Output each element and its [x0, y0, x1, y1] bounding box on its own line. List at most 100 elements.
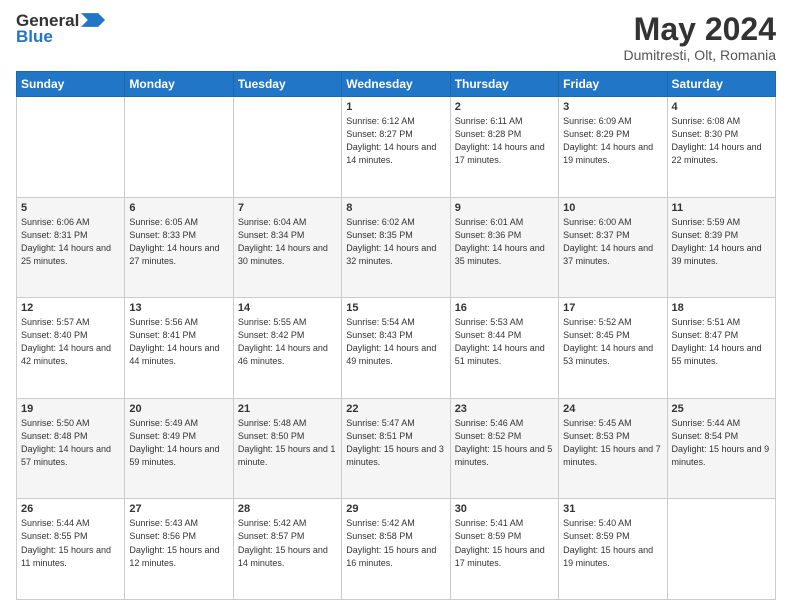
day-number: 27 — [129, 503, 228, 515]
day-number: 28 — [238, 503, 337, 515]
calendar-day-cell: 17 Sunrise: 5:52 AM Sunset: 8:45 PM Dayli… — [559, 298, 667, 399]
day-number: 29 — [346, 503, 445, 515]
calendar-day-cell: 3Sunrise: 6:09 AM Sunset: 8:29 PM Daylig… — [559, 97, 667, 198]
calendar-day-cell: 26 Sunrise: 5:44 AM Sunset: 8:55 PM Dayli… — [17, 499, 125, 600]
calendar-header-row: SundayMondayTuesdayWednesdayThursdayFrid… — [17, 72, 776, 97]
day-number: 20 — [129, 403, 228, 415]
day-info: Sunrise: 5:44 AM Sunset: 8:54 PM Dayligh… — [672, 417, 771, 469]
calendar-week-2: 5 Sunrise: 6:06 AM Sunset: 8:31 PM Daylig… — [17, 197, 776, 298]
calendar-day-cell — [17, 97, 125, 198]
day-header-monday: Monday — [125, 72, 233, 97]
day-info: Sunrise: 5:44 AM Sunset: 8:55 PM Dayligh… — [21, 517, 120, 569]
day-number: 15 — [346, 302, 445, 314]
calendar-day-cell: 23Sunrise: 5:46 AM Sunset: 8:52 PM Dayli… — [450, 398, 558, 499]
day-info: Sunrise: 6:05 AM Sunset: 8:33 PM Dayligh… — [129, 216, 228, 268]
day-info: Sunrise: 6:12 AM Sunset: 8:27 PM Dayligh… — [346, 115, 445, 167]
calendar-week-3: 12 Sunrise: 5:57 AM Sunset: 8:40 PM Dayli… — [17, 298, 776, 399]
calendar-day-cell: 1 Sunrise: 6:12 AM Sunset: 8:27 PM Daylig… — [342, 97, 450, 198]
day-info: Sunrise: 5:48 AM Sunset: 8:50 PM Dayligh… — [238, 417, 337, 469]
calendar-day-cell: 2 Sunrise: 6:11 AM Sunset: 8:28 PM Daylig… — [450, 97, 558, 198]
day-number: 7 — [238, 202, 337, 214]
calendar-day-cell: 28 Sunrise: 5:42 AM Sunset: 8:57 PM Dayli… — [233, 499, 341, 600]
day-info: Sunrise: 6:02 AM Sunset: 8:35 PM Dayligh… — [346, 216, 445, 268]
day-info: Sunrise: 5:56 AM Sunset: 8:41 PM Dayligh… — [129, 316, 228, 368]
day-number: 1 — [346, 101, 445, 113]
day-number: 14 — [238, 302, 337, 314]
calendar-day-cell: 15Sunrise: 5:54 AM Sunset: 8:43 PM Dayli… — [342, 298, 450, 399]
logo: General Blue — [16, 12, 105, 47]
day-number: 19 — [21, 403, 120, 415]
calendar-day-cell: 9Sunrise: 6:01 AM Sunset: 8:36 PM Daylig… — [450, 197, 558, 298]
day-info: Sunrise: 5:55 AM Sunset: 8:42 PM Dayligh… — [238, 316, 337, 368]
day-info: Sunrise: 5:42 AM Sunset: 8:58 PM Dayligh… — [346, 517, 445, 569]
day-info: Sunrise: 6:04 AM Sunset: 8:34 PM Dayligh… — [238, 216, 337, 268]
location: Dumitresti, Olt, Romania — [624, 47, 776, 63]
day-info: Sunrise: 5:42 AM Sunset: 8:57 PM Dayligh… — [238, 517, 337, 569]
calendar-day-cell: 11Sunrise: 5:59 AM Sunset: 8:39 PM Dayli… — [667, 197, 775, 298]
day-info: Sunrise: 5:47 AM Sunset: 8:51 PM Dayligh… — [346, 417, 445, 469]
day-info: Sunrise: 5:43 AM Sunset: 8:56 PM Dayligh… — [129, 517, 228, 569]
day-info: Sunrise: 5:50 AM Sunset: 8:48 PM Dayligh… — [21, 417, 120, 469]
calendar-day-cell: 20 Sunrise: 5:49 AM Sunset: 8:49 PM Dayli… — [125, 398, 233, 499]
day-number: 26 — [21, 503, 120, 515]
calendar-day-cell: 29 Sunrise: 5:42 AM Sunset: 8:58 PM Dayli… — [342, 499, 450, 600]
calendar-day-cell: 12 Sunrise: 5:57 AM Sunset: 8:40 PM Dayli… — [17, 298, 125, 399]
day-number: 25 — [672, 403, 771, 415]
day-number: 5 — [21, 202, 120, 214]
calendar-day-cell: 19 Sunrise: 5:50 AM Sunset: 8:48 PM Dayli… — [17, 398, 125, 499]
page: General Blue May 2024 Dumitresti, Olt, R… — [0, 0, 792, 612]
calendar-day-cell: 13 Sunrise: 5:56 AM Sunset: 8:41 PM Dayli… — [125, 298, 233, 399]
day-header-thursday: Thursday — [450, 72, 558, 97]
day-header-sunday: Sunday — [17, 72, 125, 97]
calendar-week-5: 26 Sunrise: 5:44 AM Sunset: 8:55 PM Dayli… — [17, 499, 776, 600]
calendar-day-cell: 7 Sunrise: 6:04 AM Sunset: 8:34 PM Daylig… — [233, 197, 341, 298]
day-number: 16 — [455, 302, 554, 314]
calendar-day-cell: 31 Sunrise: 5:40 AM Sunset: 8:59 PM Dayli… — [559, 499, 667, 600]
day-header-saturday: Saturday — [667, 72, 775, 97]
day-info: Sunrise: 6:00 AM Sunset: 8:37 PM Dayligh… — [563, 216, 662, 268]
day-number: 30 — [455, 503, 554, 515]
day-info: Sunrise: 5:41 AM Sunset: 8:59 PM Dayligh… — [455, 517, 554, 569]
day-info: Sunrise: 5:49 AM Sunset: 8:49 PM Dayligh… — [129, 417, 228, 469]
day-number: 21 — [238, 403, 337, 415]
day-info: Sunrise: 5:52 AM Sunset: 8:45 PM Dayligh… — [563, 316, 662, 368]
day-number: 2 — [455, 101, 554, 113]
day-number: 6 — [129, 202, 228, 214]
calendar-day-cell: 30 Sunrise: 5:41 AM Sunset: 8:59 PM Dayli… — [450, 499, 558, 600]
calendar-day-cell: 10 Sunrise: 6:00 AM Sunset: 8:37 PM Dayli… — [559, 197, 667, 298]
calendar-day-cell — [667, 499, 775, 600]
day-info: Sunrise: 5:45 AM Sunset: 8:53 PM Dayligh… — [563, 417, 662, 469]
calendar-day-cell: 16 Sunrise: 5:53 AM Sunset: 8:44 PM Dayli… — [450, 298, 558, 399]
day-info: Sunrise: 6:08 AM Sunset: 8:30 PM Dayligh… — [672, 115, 771, 167]
day-number: 13 — [129, 302, 228, 314]
day-info: Sunrise: 6:06 AM Sunset: 8:31 PM Dayligh… — [21, 216, 120, 268]
calendar-day-cell: 25 Sunrise: 5:44 AM Sunset: 8:54 PM Dayli… — [667, 398, 775, 499]
day-number: 17 — [563, 302, 662, 314]
calendar-day-cell: 14 Sunrise: 5:55 AM Sunset: 8:42 PM Dayli… — [233, 298, 341, 399]
day-number: 12 — [21, 302, 120, 314]
day-info: Sunrise: 6:09 AM Sunset: 8:29 PM Dayligh… — [563, 115, 662, 167]
day-number: 11 — [672, 202, 771, 214]
day-info: Sunrise: 5:53 AM Sunset: 8:44 PM Dayligh… — [455, 316, 554, 368]
day-number: 18 — [672, 302, 771, 314]
logo-arrow-icon — [81, 13, 105, 27]
calendar-week-4: 19 Sunrise: 5:50 AM Sunset: 8:48 PM Dayli… — [17, 398, 776, 499]
day-info: Sunrise: 6:11 AM Sunset: 8:28 PM Dayligh… — [455, 115, 554, 167]
calendar-day-cell: 24 Sunrise: 5:45 AM Sunset: 8:53 PM Dayli… — [559, 398, 667, 499]
header: General Blue May 2024 Dumitresti, Olt, R… — [16, 12, 776, 63]
calendar-day-cell: 27 Sunrise: 5:43 AM Sunset: 8:56 PM Dayli… — [125, 499, 233, 600]
day-info: Sunrise: 5:40 AM Sunset: 8:59 PM Dayligh… — [563, 517, 662, 569]
day-number: 10 — [563, 202, 662, 214]
day-header-friday: Friday — [559, 72, 667, 97]
month-title: May 2024 — [624, 12, 776, 47]
calendar-table: SundayMondayTuesdayWednesdayThursdayFrid… — [16, 71, 776, 600]
day-number: 31 — [563, 503, 662, 515]
calendar-day-cell — [233, 97, 341, 198]
day-header-wednesday: Wednesday — [342, 72, 450, 97]
calendar-day-cell: 6 Sunrise: 6:05 AM Sunset: 8:33 PM Daylig… — [125, 197, 233, 298]
day-number: 8 — [346, 202, 445, 214]
title-block: May 2024 Dumitresti, Olt, Romania — [624, 12, 776, 63]
day-number: 4 — [672, 101, 771, 113]
day-info: Sunrise: 5:57 AM Sunset: 8:40 PM Dayligh… — [21, 316, 120, 368]
day-number: 24 — [563, 403, 662, 415]
